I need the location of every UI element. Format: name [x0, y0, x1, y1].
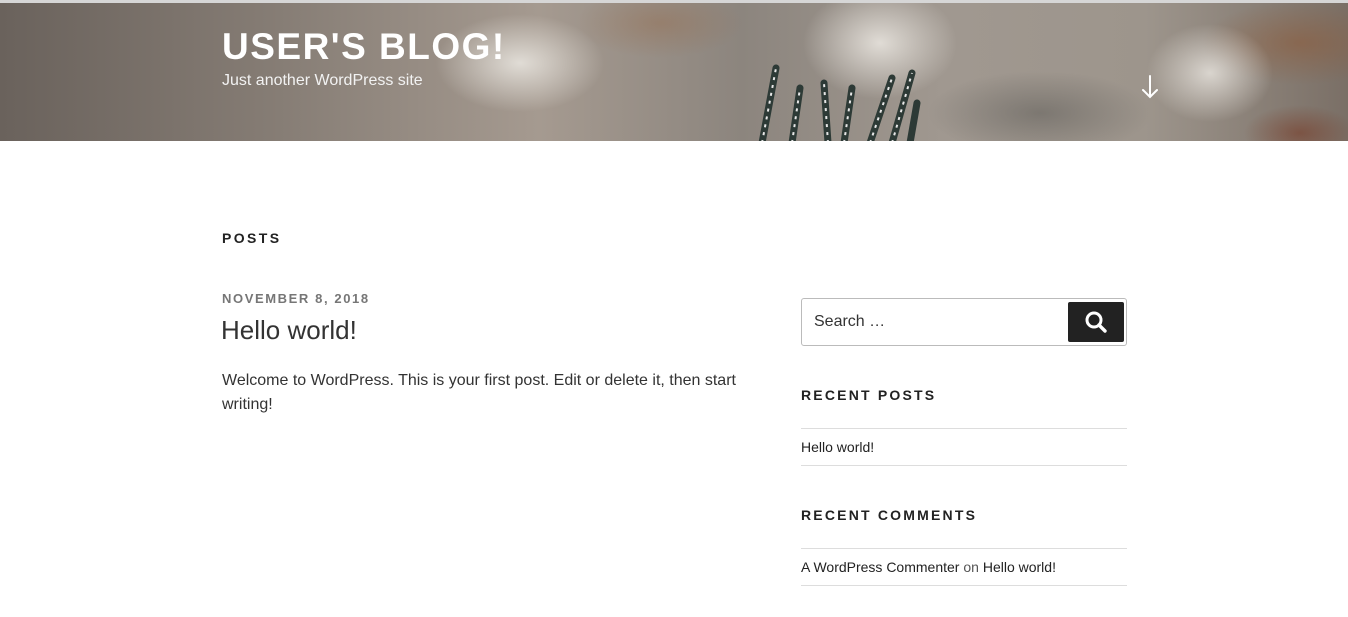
search-button[interactable]	[1068, 302, 1124, 342]
recent-comments-list: A WordPress Commenter on Hello world!	[801, 548, 1127, 586]
arrow-down-icon[interactable]	[1137, 73, 1163, 101]
search-input[interactable]	[802, 299, 1066, 345]
comment-post-link[interactable]: Hello world!	[983, 559, 1056, 575]
post-title-link[interactable]: Hello world!	[221, 313, 357, 347]
site-title[interactable]: USER'S BLOG!	[222, 25, 506, 69]
list-item: Hello world!	[801, 429, 1127, 466]
recent-post-link[interactable]: Hello world!	[801, 439, 874, 455]
page-title: POSTS	[222, 230, 282, 246]
search-form	[801, 298, 1127, 346]
site-description: Just another WordPress site	[222, 72, 423, 89]
recent-posts-title: RECENT POSTS	[801, 387, 937, 403]
site-header: USER'S BLOG! Just another WordPress site	[0, 3, 1348, 141]
comment-connector: on	[963, 559, 979, 575]
search-icon	[1085, 311, 1107, 333]
comment-author-link[interactable]: A WordPress Commenter	[801, 559, 959, 575]
post-date-link[interactable]: NOVEMBER 8, 2018	[222, 291, 370, 306]
plant-image	[758, 64, 921, 141]
recent-comments-title: RECENT COMMENTS	[801, 507, 978, 523]
list-item: A WordPress Commenter on Hello world!	[801, 549, 1127, 586]
recent-posts-list: Hello world!	[801, 428, 1127, 466]
post-excerpt: Welcome to WordPress. This is your first…	[222, 372, 736, 413]
